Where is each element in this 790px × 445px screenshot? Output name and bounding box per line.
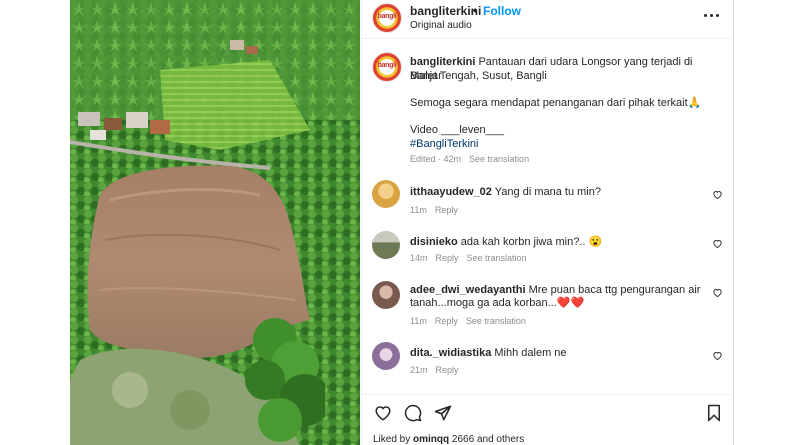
header-separator: • bbox=[473, 4, 478, 18]
see-translation-link[interactable]: See translation bbox=[467, 253, 527, 263]
like-comment-icon[interactable] bbox=[712, 350, 723, 361]
comment-avatar[interactable] bbox=[372, 231, 400, 259]
liked-by-prefix: Liked by bbox=[373, 434, 414, 445]
comment-text: itthaayudew_02 Yang di mana tu min? bbox=[410, 185, 715, 199]
comment-text-continued: tanah...moga ga ada korban...❤️❤️ bbox=[410, 297, 585, 309]
comment-meta: 21m Reply bbox=[410, 365, 459, 375]
comment-username[interactable]: dita._widiastika bbox=[410, 347, 491, 359]
comment-username[interactable]: itthaayudew_02 bbox=[410, 186, 492, 198]
caption-time: Edited · 42m bbox=[410, 154, 462, 164]
caption-hashtag[interactable]: #BangliTerkini bbox=[410, 137, 715, 151]
caption-author-avatar[interactable]: bangli bbox=[372, 52, 402, 82]
reply-button[interactable]: Reply bbox=[436, 365, 459, 375]
comment-meta: 11m Reply bbox=[410, 205, 458, 215]
comment-username[interactable]: adee_dwi_wedayanthi bbox=[410, 284, 526, 296]
header-divider bbox=[361, 38, 734, 39]
comment-time: 11m bbox=[410, 205, 427, 215]
caption-line-4: Video ___leven___ bbox=[410, 124, 504, 136]
author-username[interactable]: bangliterkini bbox=[410, 4, 481, 18]
audio-label[interactable]: Original audio bbox=[410, 20, 472, 31]
comment-body: Mre puan baca ttg pengurangan air bbox=[525, 284, 701, 296]
reply-button[interactable]: Reply bbox=[435, 316, 458, 326]
see-translation-link[interactable]: See translation bbox=[466, 316, 526, 326]
avatar-logo-text: bangli bbox=[377, 62, 397, 69]
caption-meta: Edited · 42m See translation bbox=[410, 154, 529, 164]
reply-button[interactable]: Reply bbox=[435, 205, 458, 215]
comment-username[interactable]: disinieko bbox=[410, 236, 458, 248]
liked-by-count: 2666 bbox=[449, 434, 475, 445]
see-translation-link[interactable]: See translation bbox=[469, 154, 529, 164]
comment-meta: 11m Reply See translation bbox=[410, 316, 526, 326]
comment-body: ada kah korbn jiwa min?.. 😮 bbox=[457, 236, 603, 248]
comment-text: disinieko ada kah korbn jiwa min?.. 😮 bbox=[410, 235, 715, 249]
comment-body: Yang di mana tu min? bbox=[491, 186, 601, 198]
more-options-icon[interactable] bbox=[704, 8, 722, 22]
caption-username[interactable]: bangliterkini bbox=[410, 56, 475, 68]
like-comment-icon[interactable] bbox=[712, 238, 723, 249]
comment-avatar[interactable] bbox=[372, 180, 400, 208]
liked-by-others[interactable]: and others bbox=[474, 434, 524, 445]
comment-text: dita._widiastika Mihh dalem ne bbox=[410, 346, 715, 360]
avatar-logo-text: bangli bbox=[377, 13, 397, 20]
comment-time: 14m bbox=[410, 253, 428, 263]
like-comment-icon[interactable] bbox=[712, 189, 723, 200]
comment-time: 11m bbox=[410, 316, 427, 326]
actions-divider bbox=[361, 394, 734, 395]
post-viewer: bangli bangliterkini • Follow Original a… bbox=[0, 0, 790, 445]
comment-avatar[interactable] bbox=[372, 281, 400, 309]
caption-line-2: Malet Tengah, Susut, Bangli bbox=[410, 70, 547, 82]
comment-avatar[interactable] bbox=[372, 342, 400, 370]
caption-line-3: Semoga segara mendapat penanganan dari p… bbox=[410, 97, 702, 109]
comment-text: adee_dwi_wedayanthi Mre puan baca ttg pe… bbox=[410, 283, 715, 297]
save-icon[interactable] bbox=[706, 404, 722, 422]
liked-by-summary[interactable]: Liked by ominqq 2666 and others bbox=[373, 434, 524, 445]
liked-by-user[interactable]: ominqq bbox=[413, 434, 449, 445]
comment-icon[interactable] bbox=[404, 404, 422, 422]
like-comment-icon[interactable] bbox=[712, 287, 723, 298]
share-icon[interactable] bbox=[434, 404, 452, 422]
post-video[interactable] bbox=[70, 0, 360, 445]
comment-time: 21m bbox=[410, 365, 428, 375]
author-avatar[interactable]: bangli bbox=[372, 3, 402, 33]
landslide-aerial-image bbox=[70, 0, 360, 445]
follow-button[interactable]: Follow bbox=[483, 4, 521, 18]
comment-body: Mihh dalem ne bbox=[491, 347, 567, 359]
like-icon[interactable] bbox=[374, 404, 392, 422]
reply-button[interactable]: Reply bbox=[436, 253, 459, 263]
comment-meta: 14m Reply See translation bbox=[410, 253, 527, 263]
